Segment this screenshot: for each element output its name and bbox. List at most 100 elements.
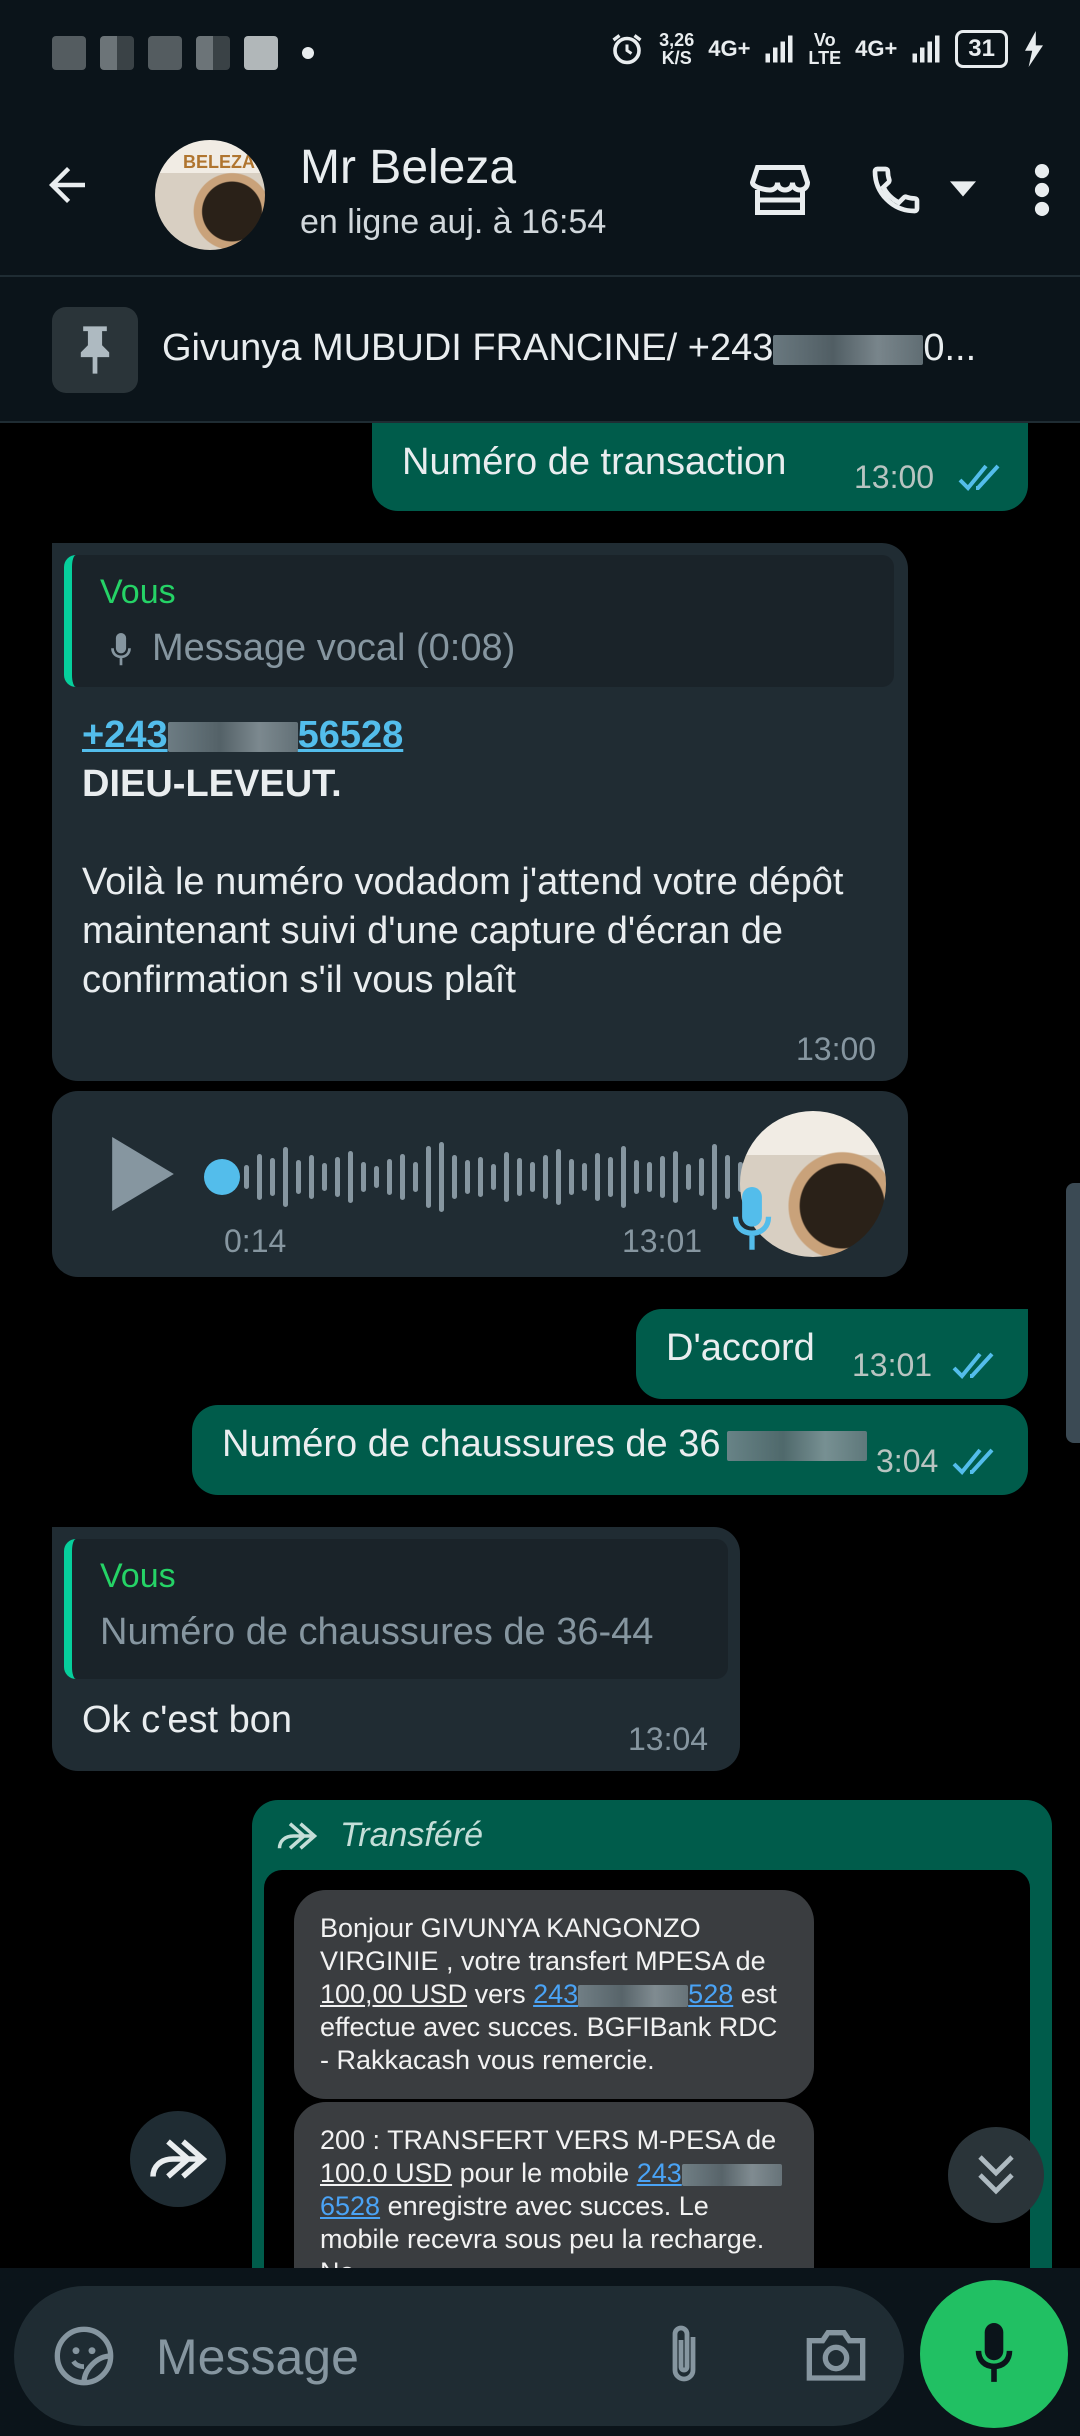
waveform-bar: [465, 1160, 470, 1194]
forward-icon: [150, 2139, 208, 2179]
notification-icon: [148, 36, 182, 70]
waveform-bar: [270, 1158, 275, 1196]
waveform-bar: [322, 1163, 327, 1191]
status-bar: 3,26 K/S 4G+ Vo LTE 4G+ 31: [0, 0, 1080, 110]
notification-icon: [196, 36, 230, 70]
scrollbar-handle[interactable]: [1066, 1183, 1080, 1443]
quoted-message[interactable]: Vous Numéro de chaussures de 36-44: [64, 1539, 728, 1679]
waveform-bar: [634, 1160, 639, 1194]
waveform-bar: [530, 1162, 535, 1192]
sms-bubble-2: 200 : TRANSFERT VERS M-PESA de 100.0 USD…: [294, 2102, 814, 2268]
waveform-bar: [296, 1160, 301, 1194]
forwarded-message[interactable]: Transféré Bonjour GIVUNYA KANGONZO VIRGI…: [252, 1800, 1052, 2268]
message-incoming[interactable]: Vous Message vocal (0:08) +243 56528 DIEU…: [52, 543, 908, 1081]
waveform-bar: [647, 1162, 652, 1192]
waveform-bar: [439, 1142, 444, 1212]
message-outgoing[interactable]: D'accord 13:01: [636, 1309, 1028, 1399]
quoted-message[interactable]: Vous Message vocal (0:08): [64, 555, 894, 687]
waveform-bar: [478, 1157, 483, 1197]
waveform[interactable]: [244, 1137, 754, 1217]
waveform-bar: [244, 1165, 249, 1189]
composer: Message: [0, 2268, 1080, 2436]
contact-avatar[interactable]: BELEZA: [155, 140, 265, 250]
waveform-bar: [348, 1151, 353, 1203]
waveform-bar: [595, 1153, 600, 1201]
notification-icons: [52, 36, 314, 70]
microphone-icon: [732, 1187, 772, 1250]
scroll-to-bottom-button[interactable]: [948, 2127, 1044, 2223]
contact-name[interactable]: Mr Beleza: [300, 140, 516, 195]
message-placeholder: Message: [156, 2329, 359, 2385]
waveform-bar: [621, 1146, 626, 1208]
last-seen: en ligne auj. à 16:54: [300, 203, 607, 241]
sticker-emoji-icon[interactable]: [52, 2324, 116, 2388]
read-ticks-icon: [952, 1448, 994, 1475]
waveform-bar: [686, 1164, 691, 1190]
signal-icon: [912, 35, 940, 63]
waveform-bar: [335, 1157, 340, 1197]
waveform-bar: [400, 1154, 405, 1200]
message-bold-line: DIEU-LEVEUT.: [82, 763, 342, 805]
waveform-bar: [569, 1159, 574, 1195]
network-speed: 3,26 K/S: [659, 30, 695, 68]
waveform-bar: [309, 1155, 314, 1199]
voice-progress-dot[interactable]: [204, 1159, 240, 1195]
pin-icon: [52, 307, 138, 393]
waveform-bar: [426, 1146, 431, 1208]
alarm-icon: [612, 34, 642, 65]
message-input[interactable]: Message: [14, 2286, 904, 2426]
waveform-bar: [374, 1166, 379, 1188]
signal-icon: [765, 35, 793, 63]
forwarded-label: Transféré: [276, 1816, 483, 1855]
message-outgoing[interactable]: Numéro de chaussures de 36 3:04: [192, 1405, 1028, 1495]
waveform-bar: [725, 1155, 730, 1199]
waveform-bar: [517, 1158, 522, 1196]
more-notifications-dot: [302, 47, 314, 59]
voice-message[interactable]: 0:14 13:01: [52, 1091, 908, 1277]
network-type-2: 4G+: [855, 36, 898, 61]
waveform-bar: [491, 1164, 496, 1190]
forwarded-icon: [277, 1821, 318, 1850]
chat-header: BELEZA Mr Beleza en ligne auj. à 16:54: [0, 110, 1080, 275]
waveform-bar: [582, 1163, 587, 1191]
read-ticks-icon: [958, 464, 1000, 491]
waveform-bar: [361, 1162, 366, 1192]
microphone-icon: [111, 633, 131, 666]
pinned-message-bar[interactable]: Givunya MUBUDI FRANCINE/ +243 0...: [0, 275, 1080, 423]
play-icon[interactable]: [112, 1137, 174, 1211]
phone-link[interactable]: +243 56528: [82, 711, 862, 760]
waveform-bar: [452, 1155, 457, 1199]
camera-icon[interactable]: [804, 2326, 868, 2382]
attach-icon[interactable]: [664, 2322, 704, 2388]
message-outgoing[interactable]: Numéro de transaction 13:00: [372, 423, 1028, 511]
double-chevron-down-icon: [978, 2155, 1014, 2195]
dropdown-caret-icon[interactable]: [950, 180, 976, 200]
battery-level: 31: [955, 30, 1008, 68]
phone-icon[interactable]: [868, 162, 924, 218]
message-body: Voilà le numéro vodadom j'attend votre d…: [82, 861, 844, 1001]
forward-button[interactable]: [130, 2111, 226, 2207]
dice-icon: [244, 36, 278, 70]
charging-icon: [1025, 31, 1043, 67]
waveform-bar: [673, 1151, 678, 1203]
message-list[interactable]: Numéro de transaction 13:00 Vous Message…: [0, 423, 1080, 2268]
message-incoming[interactable]: Vous Numéro de chaussures de 36-44 Ok c'…: [52, 1527, 740, 1771]
store-icon[interactable]: [750, 162, 810, 218]
waveform-bar: [543, 1155, 548, 1199]
more-options-icon[interactable]: [1034, 164, 1050, 216]
network-type-1: 4G+: [708, 36, 751, 61]
call-menu[interactable]: [868, 162, 976, 218]
waveform-bar: [387, 1159, 392, 1195]
microphone-icon: [975, 2323, 1013, 2382]
volte-label: Vo LTE: [808, 30, 842, 68]
waveform-bar: [257, 1154, 262, 1200]
back-arrow-icon[interactable]: [40, 158, 94, 212]
pinned-text: Givunya MUBUDI FRANCINE/ +243 0...: [162, 327, 977, 369]
forwarded-image[interactable]: Bonjour GIVUNYA KANGONZO VIRGINIE , votr…: [264, 1870, 1030, 2268]
sms-bubble-1: Bonjour GIVUNYA KANGONZO VIRGINIE , votr…: [294, 1890, 814, 2099]
waveform-bar: [660, 1156, 665, 1198]
waveform-bar: [283, 1147, 288, 1207]
waveform-bar: [504, 1152, 509, 1202]
waveform-bar: [699, 1158, 704, 1196]
voice-record-button[interactable]: [920, 2280, 1068, 2428]
